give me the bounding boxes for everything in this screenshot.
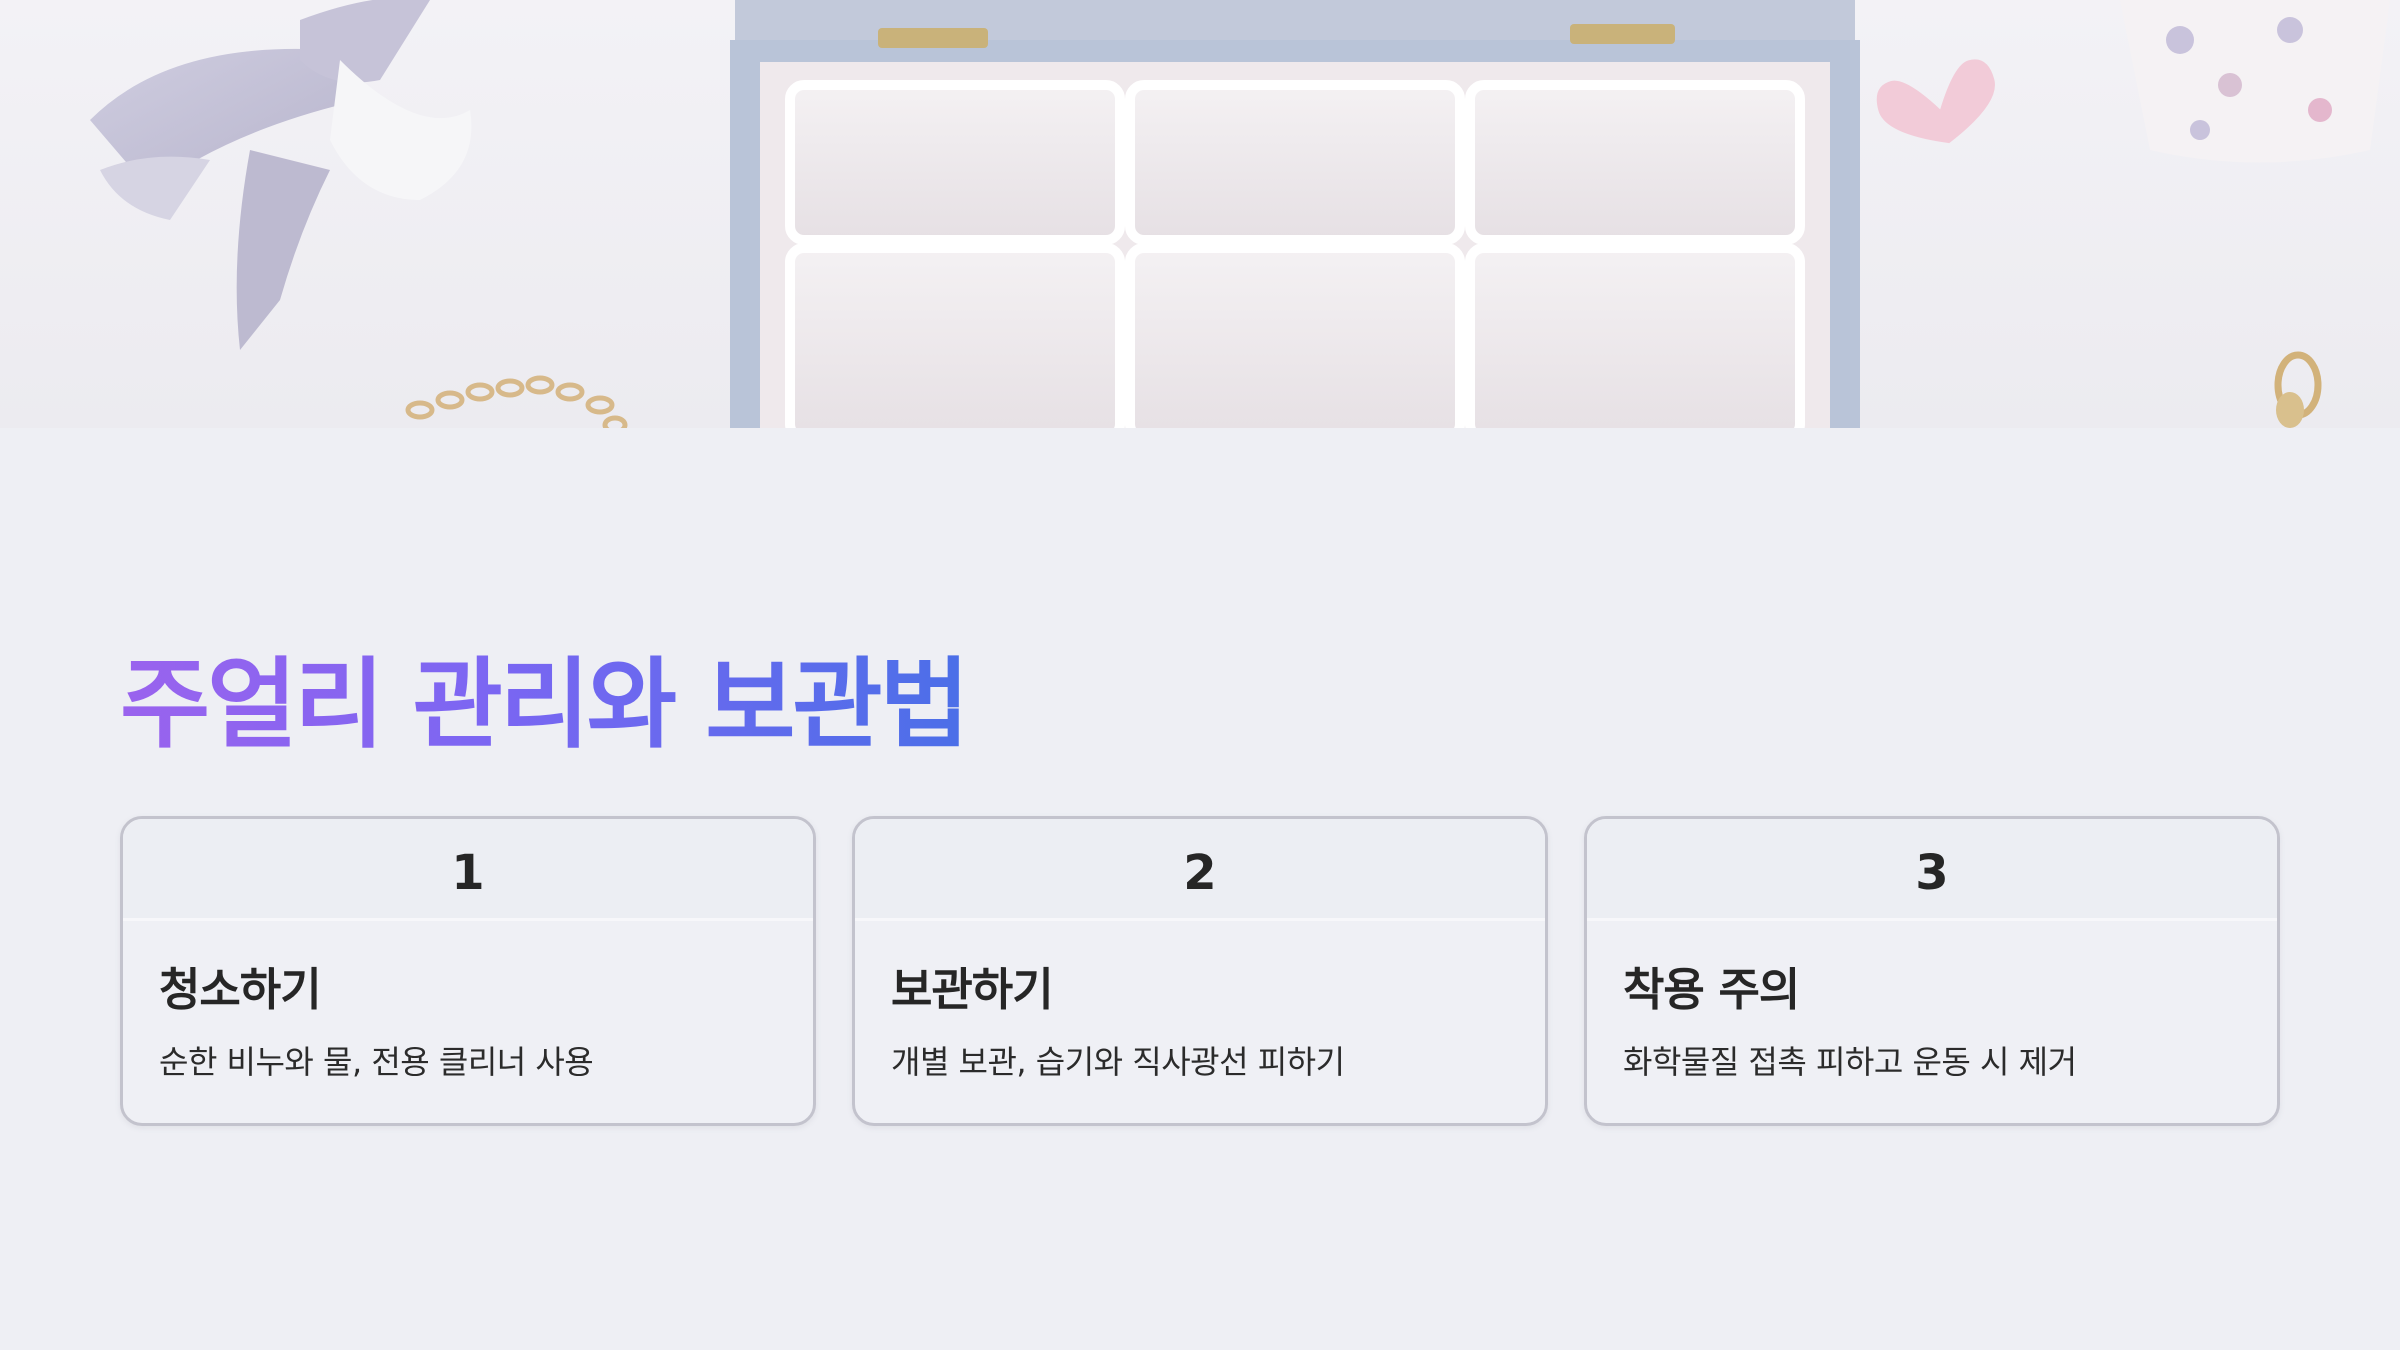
ribbon-bow — [90, 0, 472, 350]
step-card-storage: 2 보관하기 개별 보관, 습기와 직사광선 피하기 — [852, 816, 1548, 1126]
step-card-cleaning: 1 청소하기 순한 비누와 물, 전용 클리너 사용 — [120, 816, 816, 1126]
step-number: 1 — [123, 819, 813, 921]
step-description: 화학물질 접촉 피하고 운동 시 제거 — [1623, 1043, 2077, 1081]
cup — [2120, 0, 2390, 163]
step-description: 순한 비누와 물, 전용 클리너 사용 — [159, 1043, 594, 1081]
step-card-wearing: 3 착용 주의 화학물질 접촉 피하고 운동 시 제거 — [1584, 816, 2280, 1126]
care-steps: 1 청소하기 순한 비누와 물, 전용 클리너 사용 2 보관하기 개별 보관,… — [120, 816, 2280, 1126]
hero-image — [0, 0, 2400, 428]
step-title: 보관하기 — [891, 963, 1054, 1016]
step-title: 착용 주의 — [1623, 963, 1800, 1016]
jewelry-box-illustration — [90, 0, 2390, 428]
step-title: 청소하기 — [159, 963, 322, 1016]
page-title: 주얼리 관리와 보관법 — [120, 640, 970, 770]
step-description: 개별 보관, 습기와 직사광선 피하기 — [891, 1043, 1345, 1081]
step-number: 3 — [1587, 819, 2277, 921]
step-number: 2 — [855, 819, 1545, 921]
